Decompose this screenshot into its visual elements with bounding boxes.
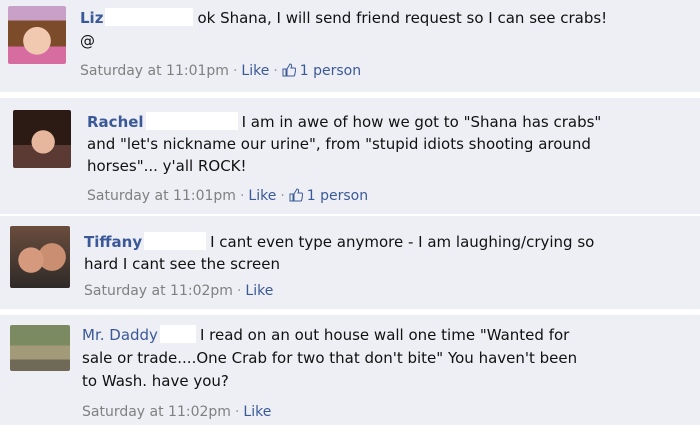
timestamp[interactable]: Saturday at 11:01pm (87, 188, 236, 204)
like-link[interactable]: Like (248, 188, 276, 204)
like-link[interactable]: Like (241, 63, 269, 79)
like-link[interactable]: Like (243, 404, 271, 420)
comment-text-line: sale or trade....One Crab for two that d… (82, 349, 578, 367)
comment-text-line: Mr. Daddy I read on an out house wall one… (82, 325, 569, 346)
comment-rachel: Rachel I am in awe of how we got to "Shan… (0, 98, 700, 214)
separator-dot: · (234, 404, 240, 420)
comment-text-line: to Wash. have you? (82, 372, 229, 390)
author-name[interactable]: Tiffany (84, 233, 142, 251)
comment-text-line: @ (80, 32, 95, 50)
comment-text-line: Tiffany I cant even type anymore - I am l… (84, 232, 594, 253)
author-name[interactable]: Liz (80, 9, 103, 27)
separator-dot: · (236, 283, 242, 299)
redacted-surname (144, 232, 207, 250)
thumbs-up-icon (289, 188, 303, 202)
likes-count-link[interactable]: 1 person (300, 63, 361, 79)
comment-text: I read on an out house wall one time "Wa… (199, 326, 570, 344)
comment-text-line: horses"... y'all ROCK! (87, 157, 247, 175)
timestamp[interactable]: Saturday at 11:02pm (84, 283, 233, 299)
comment-tiffany: Tiffany I cant even type anymore - I am l… (0, 216, 700, 309)
comment-text: ok Shana, I will send friend request so … (197, 9, 608, 27)
comment-text-line: hard I cant see the screen (84, 255, 280, 273)
comment-meta: Saturday at 11:02pm · Like (84, 282, 273, 300)
timestamp[interactable]: Saturday at 11:02pm (82, 404, 231, 420)
comment-text: I am in awe of how we got to "Shana has … (241, 113, 602, 131)
comment-mr-daddy: Mr. Daddy I read on an out house wall one… (0, 315, 700, 425)
comment-meta: Saturday at 11:02pm · Like (82, 403, 271, 421)
author-name[interactable]: Rachel (87, 113, 144, 131)
redacted-surname (145, 112, 238, 130)
avatar[interactable] (10, 226, 70, 288)
comment-text-line: and "let's nickname our urine", from "st… (87, 135, 591, 153)
comment-text-line: Liz ok Shana, I will send friend request … (80, 8, 607, 29)
likes-count-link[interactable]: 1 person (307, 188, 368, 204)
separator-dot: · (273, 63, 278, 79)
comment-meta: Saturday at 11:01pm · Like · 1 person (80, 62, 361, 80)
thumbs-up-icon (282, 63, 296, 77)
like-link[interactable]: Like (245, 283, 273, 299)
comment-text-line: Rachel I am in awe of how we got to "Shan… (87, 112, 601, 133)
avatar[interactable] (13, 110, 71, 168)
comment-meta: Saturday at 11:01pm · Like · 1 person (87, 187, 368, 205)
comment-text: I cant even type anymore - I am laughing… (210, 233, 595, 251)
timestamp[interactable]: Saturday at 11:01pm (80, 63, 229, 79)
avatar[interactable] (8, 6, 66, 64)
separator-dot: · (239, 188, 245, 204)
separator-dot: · (232, 63, 238, 79)
author-name[interactable]: Mr. Daddy (82, 326, 158, 344)
separator-dot: · (280, 188, 285, 204)
comment-liz: Liz ok Shana, I will send friend request … (0, 0, 700, 92)
redacted-surname (105, 8, 194, 26)
redacted-surname (159, 325, 196, 343)
avatar[interactable] (10, 325, 70, 371)
